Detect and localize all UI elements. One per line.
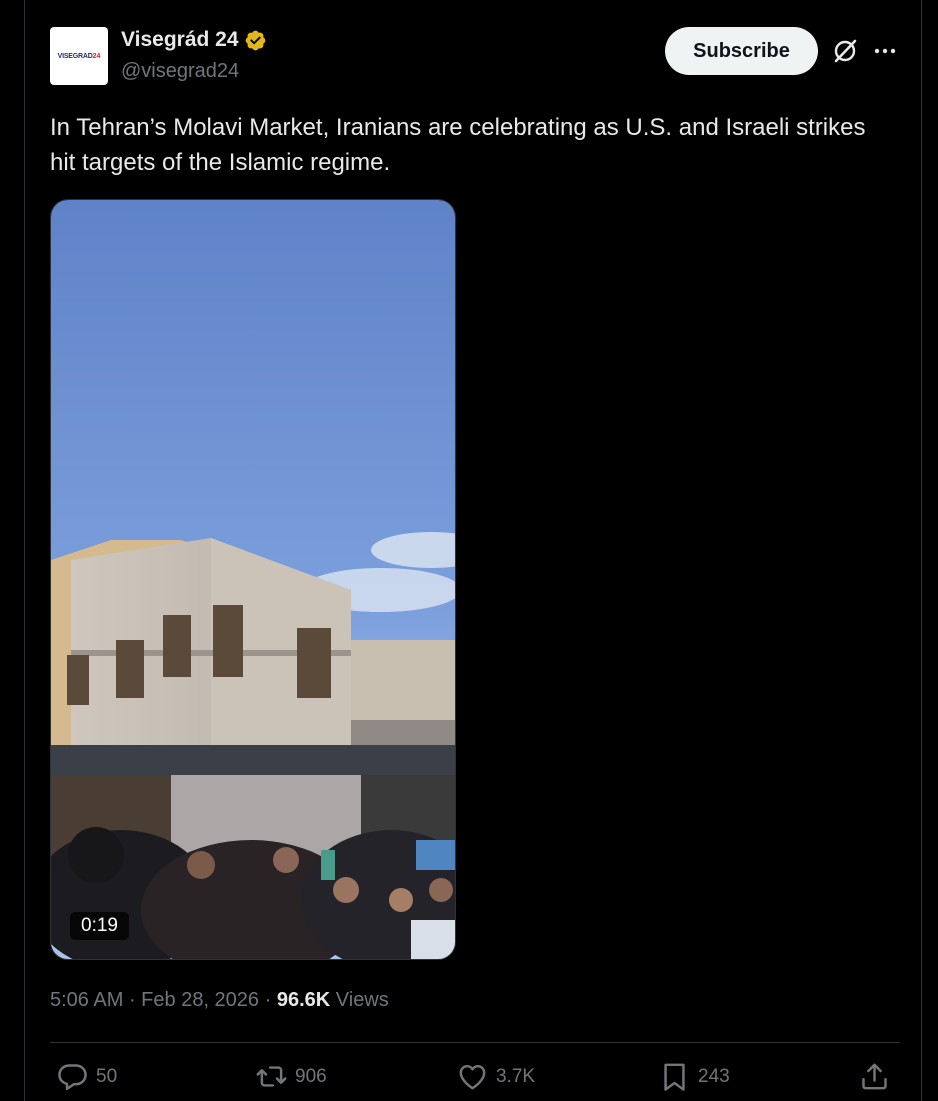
- views-label: Views: [335, 989, 389, 1011]
- repost-button[interactable]: 906: [255, 1060, 327, 1093]
- video-thumbnail: [51, 200, 455, 959]
- share-button[interactable]: [858, 1060, 891, 1093]
- reply-icon: [58, 1064, 87, 1091]
- tweet-text: In Tehran’s Molavi Market, Iranians are …: [50, 114, 866, 176]
- more-icon[interactable]: [872, 39, 898, 63]
- bookmark-icon: [664, 1063, 685, 1091]
- subscribe-button[interactable]: Subscribe: [665, 27, 818, 75]
- meta-separator: ·: [123, 989, 142, 1011]
- tweet-date[interactable]: Feb 28, 2026: [141, 989, 259, 1011]
- tweet-time[interactable]: 5:06 AM: [50, 989, 123, 1011]
- repost-icon: [256, 1066, 287, 1087]
- like-count: 3.7K: [496, 1065, 536, 1087]
- tweet-actions: 50 906 3.7K 243: [50, 1060, 900, 1100]
- avatar-logo-text: VISEGRAD: [57, 52, 93, 60]
- author-name-row: Visegrád 24: [121, 28, 267, 52]
- reply-count: 50: [96, 1065, 118, 1087]
- reply-button[interactable]: 50: [56, 1060, 117, 1093]
- bookmark-button[interactable]: 243: [658, 1060, 730, 1093]
- grok-icon[interactable]: [831, 37, 859, 65]
- like-button[interactable]: 3.7K: [456, 1060, 535, 1093]
- tweet-meta: 5:06 AM · Feb 28, 2026 · 96.6K Views: [50, 989, 389, 1012]
- avatar-logo-number: 24: [92, 52, 101, 60]
- avatar[interactable]: VISEGRAD 24: [50, 27, 108, 85]
- verified-badge-icon[interactable]: [244, 29, 267, 52]
- divider: [50, 1042, 900, 1043]
- meta-separator-2: ·: [259, 989, 277, 1011]
- tweet-header: VISEGRAD 24 Visegrád 24 @visegrad24 Subsc…: [50, 27, 900, 87]
- share-icon: [862, 1063, 887, 1090]
- like-icon: [459, 1064, 486, 1090]
- repost-count: 906: [295, 1065, 327, 1087]
- views-count: 96.6K: [276, 989, 331, 1011]
- author-handle[interactable]: @visegrad24: [121, 60, 239, 83]
- author-display-name[interactable]: Visegrád 24: [121, 28, 239, 52]
- bookmark-count: 243: [698, 1065, 730, 1087]
- video-player[interactable]: 0:19: [50, 199, 456, 960]
- video-duration-badge: 0:19: [70, 912, 129, 940]
